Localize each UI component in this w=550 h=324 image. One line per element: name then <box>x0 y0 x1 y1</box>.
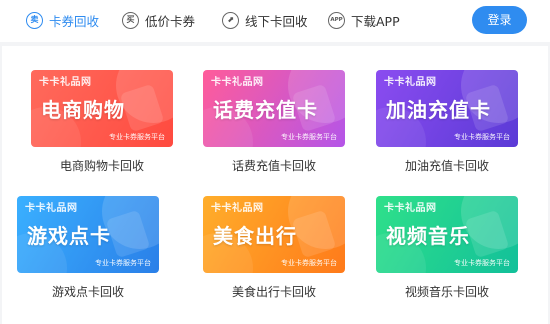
card-fuel-topup[interactable]: 卡卡礼品网 加油充值卡 专业卡券服务平台 加油充值卡回收 <box>376 70 518 174</box>
card-subtitle: 专业卡券服务平台 <box>281 133 337 141</box>
card-caption: 视频音乐卡回收 <box>404 285 489 299</box>
card-banner: 卡卡礼品网 话费充值卡 专业卡券服务平台 <box>203 70 345 147</box>
card-title: 游戏点卡 <box>27 224 111 248</box>
nav-item-label: 低价卡券 <box>145 13 196 29</box>
card-title: 视频音乐 <box>386 224 470 248</box>
card-subtitle: 专业卡券服务平台 <box>454 133 510 141</box>
card-caption: 加油充值卡回收 <box>404 159 489 173</box>
brand-logo: 卡卡礼品网 <box>384 77 437 88</box>
card-title: 加油充值卡 <box>386 98 491 122</box>
card-caption: 电商购物卡回收 <box>59 159 144 173</box>
brand-logo: 卡卡礼品网 <box>39 77 92 88</box>
buy-icon: 买 <box>122 11 139 29</box>
nav-item-offline-recycle[interactable]: ⬈ 线下卡回收 <box>222 10 308 30</box>
login-button[interactable]: 登录 <box>472 6 527 34</box>
card-caption: 话费充值卡回收 <box>231 159 316 173</box>
card-caption: 游戏点卡回收 <box>51 285 124 299</box>
brand-logo: 卡卡礼品网 <box>211 77 264 88</box>
card-ecommerce[interactable]: 卡卡礼品网 电商购物 专业卡券服务平台 电商购物卡回收 <box>31 70 173 174</box>
top-nav: 卖 卡券回收 买 低价卡券 ⬈ 线下卡回收 APP 下载APP 登录 <box>0 0 550 42</box>
card-video-music[interactable]: 卡卡礼品网 视频音乐 专业卡券服务平台 视频音乐卡回收 <box>376 196 518 300</box>
card-banner: 卡卡礼品网 视频音乐 专业卡券服务平台 <box>376 196 518 273</box>
card-title: 话费充值卡 <box>213 98 318 122</box>
nav-item-label: 下载APP <box>351 13 400 29</box>
brand-logo: 卡卡礼品网 <box>211 203 264 214</box>
card-subtitle: 专业卡券服务平台 <box>454 259 510 267</box>
card-title: 电商购物 <box>41 98 125 122</box>
card-food-travel[interactable]: 卡卡礼品网 美食出行 专业卡券服务平台 美食出行卡回收 <box>203 196 345 300</box>
card-game[interactable]: 卡卡礼品网 游戏点卡 专业卡券服务平台 游戏点卡回收 <box>17 196 159 300</box>
card-phone-topup[interactable]: 卡卡礼品网 话费充值卡 专业卡券服务平台 话费充值卡回收 <box>203 70 345 174</box>
card-subtitle: 专业卡券服务平台 <box>109 133 165 141</box>
card-banner: 卡卡礼品网 美食出行 专业卡券服务平台 <box>203 196 345 273</box>
nav-item-download-app[interactable]: APP 下载APP <box>328 10 400 30</box>
arrow-icon: ⬈ <box>222 11 239 29</box>
sell-icon: 卖 <box>26 11 43 29</box>
nav-item-label: 卡券回收 <box>49 13 100 29</box>
nav-item-discount-cards[interactable]: 买 低价卡券 <box>122 10 195 30</box>
brand-logo: 卡卡礼品网 <box>25 203 78 214</box>
card-title: 美食出行 <box>213 224 297 248</box>
card-subtitle: 专业卡券服务平台 <box>281 259 337 267</box>
card-grid-panel: 卡卡礼品网 电商购物 专业卡券服务平台 电商购物卡回收 卡卡礼品网 话费充值卡 … <box>2 46 548 324</box>
card-subtitle: 专业卡券服务平台 <box>95 259 151 267</box>
nav-item-card-recycle[interactable]: 卖 卡券回收 <box>26 10 99 30</box>
card-banner: 卡卡礼品网 加油充值卡 专业卡券服务平台 <box>376 70 518 147</box>
card-banner: 卡卡礼品网 电商购物 专业卡券服务平台 <box>31 70 173 147</box>
card-caption: 美食出行卡回收 <box>231 285 316 299</box>
brand-logo: 卡卡礼品网 <box>384 203 437 214</box>
app-icon: APP <box>328 11 345 29</box>
card-banner: 卡卡礼品网 游戏点卡 专业卡券服务平台 <box>17 196 159 273</box>
nav-item-label: 线下卡回收 <box>245 13 308 29</box>
